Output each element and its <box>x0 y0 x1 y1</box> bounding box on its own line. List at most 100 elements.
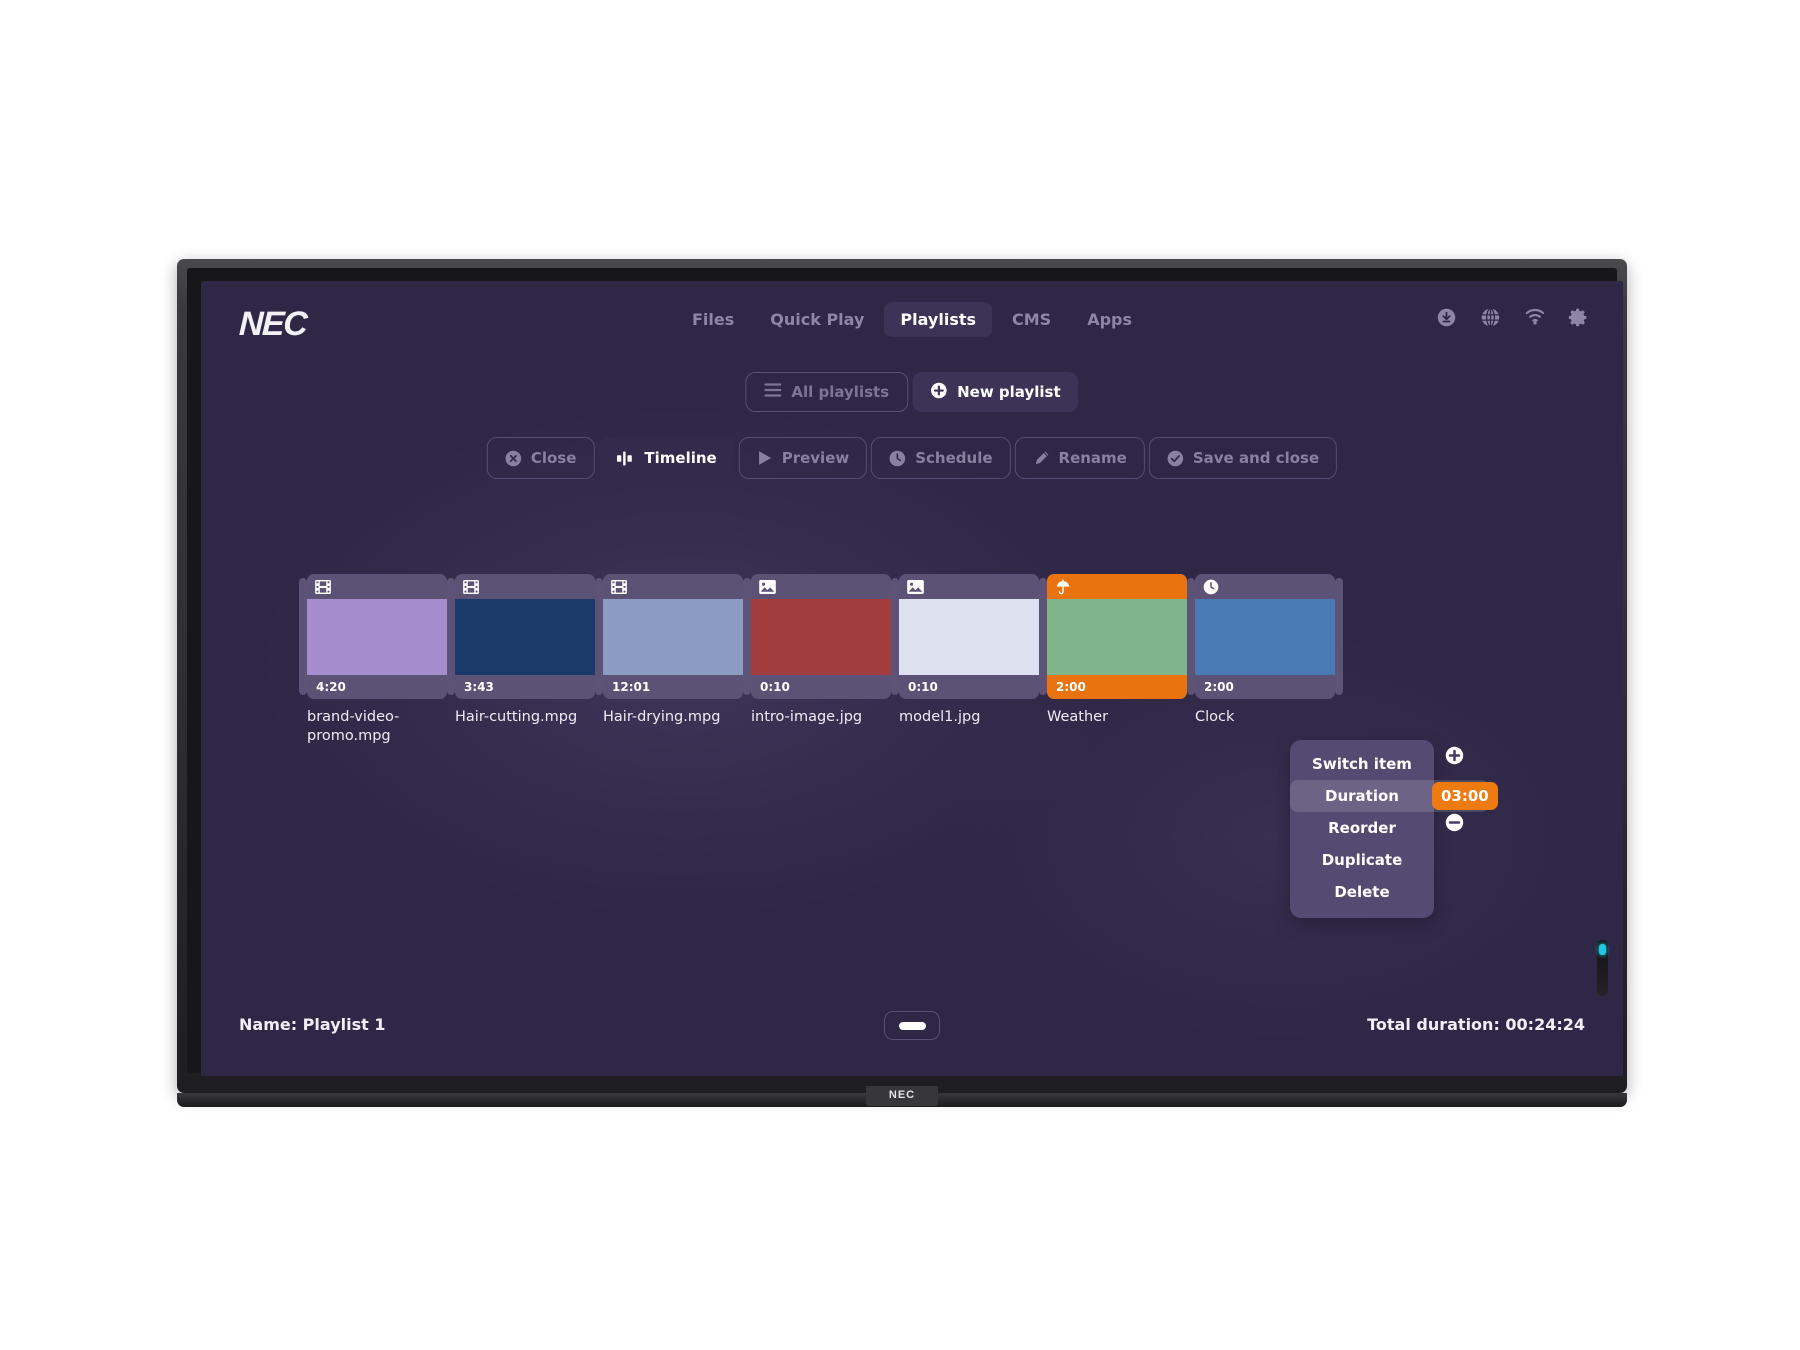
pencil-icon <box>1033 450 1050 467</box>
timeline-item-thumbnail[interactable]: 4:20 <box>307 574 447 699</box>
timeline-item-duration: 12:01 <box>612 680 651 694</box>
new-playlist-label: New playlist <box>957 383 1061 401</box>
timeline-item-type-bar <box>899 574 1039 599</box>
clock-icon <box>1203 579 1219 595</box>
ctx-duration-increase-button[interactable] <box>1445 746 1464 765</box>
timeline-item-preview <box>455 599 595 675</box>
nav-item-quick-play[interactable]: Quick Play <box>754 302 880 337</box>
film-icon <box>463 579 479 594</box>
bezel-nec-logo: NEC <box>866 1086 938 1106</box>
clock-icon <box>889 450 906 467</box>
timeline-drag-handle[interactable] <box>1335 578 1343 695</box>
close-circle-icon <box>505 450 522 467</box>
timeline-item-type-bar <box>455 574 595 599</box>
ctx-delete[interactable]: Delete <box>1290 876 1434 908</box>
preview-button[interactable]: Preview <box>738 437 868 479</box>
timeline-item-preview <box>1047 599 1187 675</box>
timeline-item-thumbnail[interactable]: 0:10 <box>899 574 1039 699</box>
hamburger-icon <box>764 383 782 401</box>
collapse-toolbar-button[interactable] <box>884 1011 940 1040</box>
timeline-item-duration: 3:43 <box>464 680 494 694</box>
timeline-item-label: Weather <box>1047 709 1109 725</box>
playlist-name-label: Name: Playlist 1 <box>239 1015 386 1034</box>
network-globe-icon[interactable] <box>1480 307 1501 328</box>
all-playlists-button[interactable]: All playlists <box>745 372 909 412</box>
new-playlist-button[interactable]: New playlist <box>912 372 1079 412</box>
timeline-item-thumbnail[interactable]: 0:10 <box>751 574 891 699</box>
timeline-drag-handle[interactable] <box>447 578 455 695</box>
timeline-item-duration: 2:00 <box>1204 680 1234 694</box>
timeline-item-type-bar <box>1195 574 1335 599</box>
timeline-item-type-bar <box>307 574 447 599</box>
umbrella-icon <box>1055 578 1071 595</box>
download-status-icon[interactable] <box>1436 307 1457 328</box>
timeline-item-label: model1.jpg <box>899 709 981 725</box>
image-icon <box>759 579 776 594</box>
timeline-item-preview <box>751 599 891 675</box>
save-and-close-button-label: Save and close <box>1192 449 1320 467</box>
nec-logo: NEC <box>238 305 307 343</box>
minimize-bar-icon <box>898 1021 926 1030</box>
timeline-item-thumbnail[interactable]: 12:01 <box>603 574 743 699</box>
monitor-screen: NEC Files Quick Play Playlists CMS Apps <box>201 281 1623 1076</box>
timeline-item-preview <box>1195 599 1335 675</box>
timeline-drag-handle[interactable] <box>1187 578 1195 695</box>
timeline-item-thumbnail-selected[interactable]: 2:00 <box>1047 574 1187 699</box>
ctx-duplicate[interactable]: Duplicate <box>1290 844 1434 876</box>
timeline-item-duration: 0:10 <box>908 680 938 694</box>
ctx-reorder[interactable]: Reorder <box>1290 812 1434 844</box>
timeline-item: 0:10 model1.jpg <box>899 574 1039 727</box>
timeline-item: 0:10 intro-image.jpg <box>751 574 891 727</box>
close-button-label: Close <box>530 449 577 467</box>
timeline-item-type-bar <box>1047 574 1187 599</box>
timeline-drag-handle[interactable] <box>1039 578 1047 695</box>
main-navigation: Files Quick Play Playlists CMS Apps <box>676 302 1148 337</box>
timeline-item-duration: 4:20 <box>316 680 346 694</box>
timeline-drag-handle[interactable] <box>299 578 307 695</box>
ctx-duration-value-input[interactable]: 03:00 <box>1432 782 1498 810</box>
wifi-icon[interactable] <box>1524 307 1545 328</box>
play-icon <box>757 450 773 466</box>
timeline-item-thumbnail[interactable]: 3:43 <box>455 574 595 699</box>
top-bar: NEC Files Quick Play Playlists CMS Apps <box>201 281 1623 359</box>
timeline-item-label: Hair-drying.mpg <box>603 709 721 725</box>
timeline-item-type-bar <box>603 574 743 599</box>
timeline-drag-handle[interactable] <box>743 578 751 695</box>
schedule-button[interactable]: Schedule <box>871 437 1011 479</box>
timeline-item: 2:00 Clock <box>1195 574 1335 727</box>
timeline-item-label: Clock <box>1195 709 1235 725</box>
timeline-drag-handle[interactable] <box>595 578 603 695</box>
timeline-icon <box>616 450 635 466</box>
rename-button-label: Rename <box>1058 449 1127 467</box>
monitor-bezel: NEC Files Quick Play Playlists CMS Apps <box>187 268 1623 1076</box>
timeline-item-thumbnail[interactable]: 2:00 <box>1195 574 1335 699</box>
timeline-item-preview <box>899 599 1039 675</box>
nav-item-apps[interactable]: Apps <box>1071 302 1148 337</box>
timeline-item: 3:43 Hair-cutting.mpg <box>455 574 595 727</box>
status-icon-tray <box>1436 307 1589 328</box>
close-button[interactable]: Close <box>486 437 595 479</box>
timeline-item-preview <box>603 599 743 675</box>
settings-gear-icon[interactable] <box>1568 307 1589 328</box>
rename-button[interactable]: Rename <box>1014 437 1145 479</box>
timeline-track: 4:20 brand-video-promo.mpg 3:43 Hair-cut… <box>299 574 1343 745</box>
timeline-drag-handle[interactable] <box>891 578 899 695</box>
timeline-button[interactable]: Timeline <box>598 437 735 479</box>
nav-item-playlists[interactable]: Playlists <box>884 302 993 337</box>
playlist-toolbar: Close Timeline Preview Schedule Rename S… <box>486 437 1338 479</box>
timeline-item-preview <box>307 599 447 675</box>
timeline-item-label: Hair-cutting.mpg <box>455 709 578 725</box>
total-duration-label: Total duration: 00:24:24 <box>1367 1015 1585 1034</box>
film-icon <box>315 579 331 594</box>
ctx-duration-decrease-button[interactable] <box>1445 813 1464 832</box>
nav-item-cms[interactable]: CMS <box>996 302 1067 337</box>
ctx-duration[interactable]: Duration <box>1290 780 1434 812</box>
check-circle-icon <box>1167 450 1184 467</box>
display-monitor: NEC Files Quick Play Playlists CMS Apps <box>177 259 1627 1107</box>
timeline-item: 2:00 Weather <box>1047 574 1187 727</box>
nav-item-files[interactable]: Files <box>676 302 750 337</box>
ctx-switch-item[interactable]: Switch item <box>1290 748 1434 780</box>
save-and-close-button[interactable]: Save and close <box>1148 437 1338 479</box>
item-context-menu: Switch item Reorder Duplicate Delete <box>1290 740 1434 918</box>
film-icon <box>611 579 627 594</box>
